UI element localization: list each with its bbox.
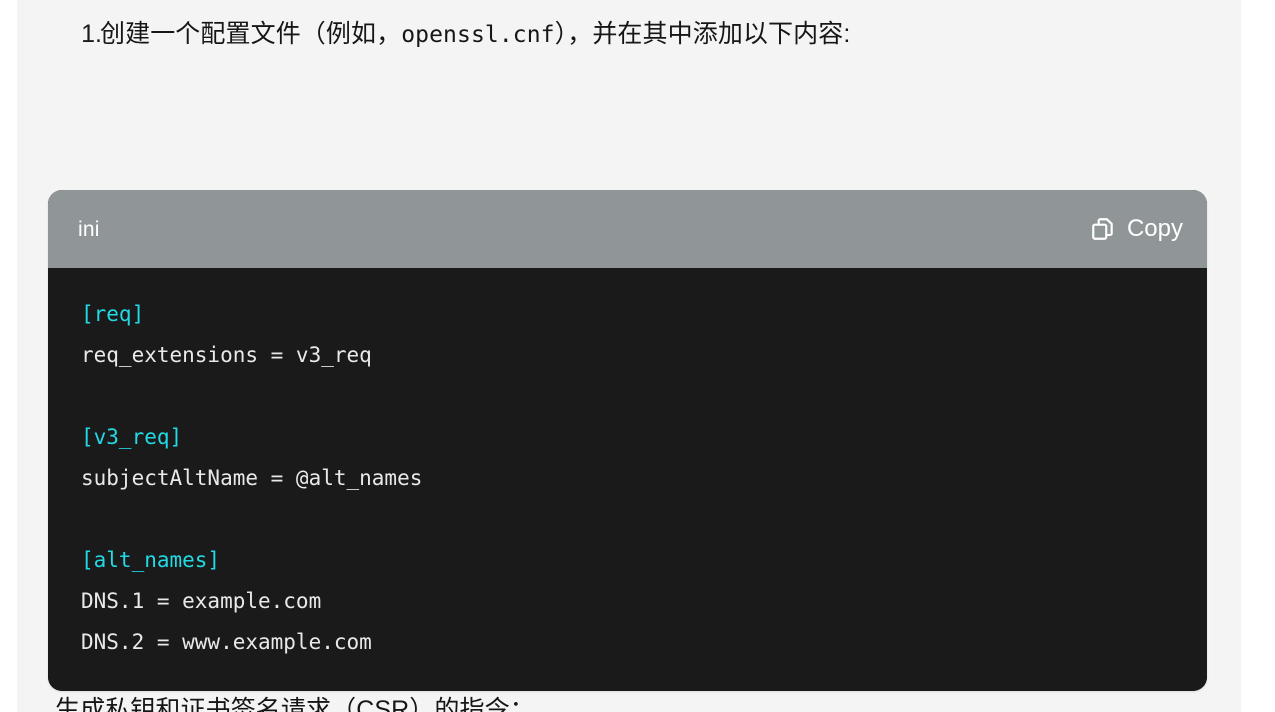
- code-lines: [req] req_extensions = v3_req [v3_req]sub…: [48, 294, 1207, 663]
- document-content-area: 1. 创建一个配置文件（例如，openssl.cnf），并在其中添加以下内容: …: [17, 0, 1241, 712]
- code-text: DNS.1 = example.com: [81, 589, 322, 613]
- trailing-paragraph: 生成私钥和证书签名请求（CSR）的指令：: [55, 696, 535, 712]
- code-block-body[interactable]: [req] req_extensions = v3_req [v3_req]sub…: [48, 268, 1207, 691]
- code-line: DNS.1 = example.com: [81, 581, 1177, 622]
- list-item-text: 创建一个配置文件（例如，openssl.cnf），并在其中添加以下内容:: [100, 14, 1186, 55]
- code-block: ini Copy [req] req_extensions = v3_req [v…: [48, 190, 1207, 691]
- code-line: [alt_names]: [81, 540, 1177, 581]
- code-line: [81, 376, 1177, 417]
- ordered-step-list: 1. 创建一个配置文件（例如，openssl.cnf），并在其中添加以下内容:: [17, 0, 1241, 55]
- code-section-header: [v3_req]: [81, 425, 183, 449]
- code-line: [v3_req]: [81, 417, 1177, 458]
- inline-code-filename: openssl.cnf: [401, 22, 555, 48]
- copy-code-button[interactable]: Copy: [1090, 216, 1183, 242]
- code-line: [81, 499, 1177, 540]
- list-item: 1. 创建一个配置文件（例如，openssl.cnf），并在其中添加以下内容:: [17, 0, 1241, 55]
- copy-button-label: Copy: [1126, 215, 1183, 242]
- code-line: DNS.2 = www.example.com: [81, 622, 1177, 663]
- page-root: 1. 创建一个配置文件（例如，openssl.cnf），并在其中添加以下内容: …: [0, 0, 1275, 712]
- step-text-after-code: ），并在其中添加以下内容:: [554, 20, 851, 48]
- code-line: [req]: [81, 294, 1177, 335]
- code-text: req_extensions = v3_req: [81, 343, 372, 367]
- code-section-header: [req]: [81, 302, 145, 326]
- code-text: subjectAltName = @alt_names: [81, 466, 423, 490]
- code-language-label: ini: [78, 217, 100, 241]
- list-item-marker: 1.: [81, 20, 102, 48]
- copy-icon: [1090, 216, 1116, 242]
- code-text: DNS.2 = www.example.com: [81, 630, 372, 654]
- code-line: subjectAltName = @alt_names: [81, 458, 1177, 499]
- code-section-header: [alt_names]: [81, 548, 221, 572]
- code-line: req_extensions = v3_req: [81, 335, 1177, 376]
- step-text-before-code: 创建一个配置文件（例如，: [100, 20, 402, 48]
- code-block-header: ini Copy: [48, 190, 1207, 268]
